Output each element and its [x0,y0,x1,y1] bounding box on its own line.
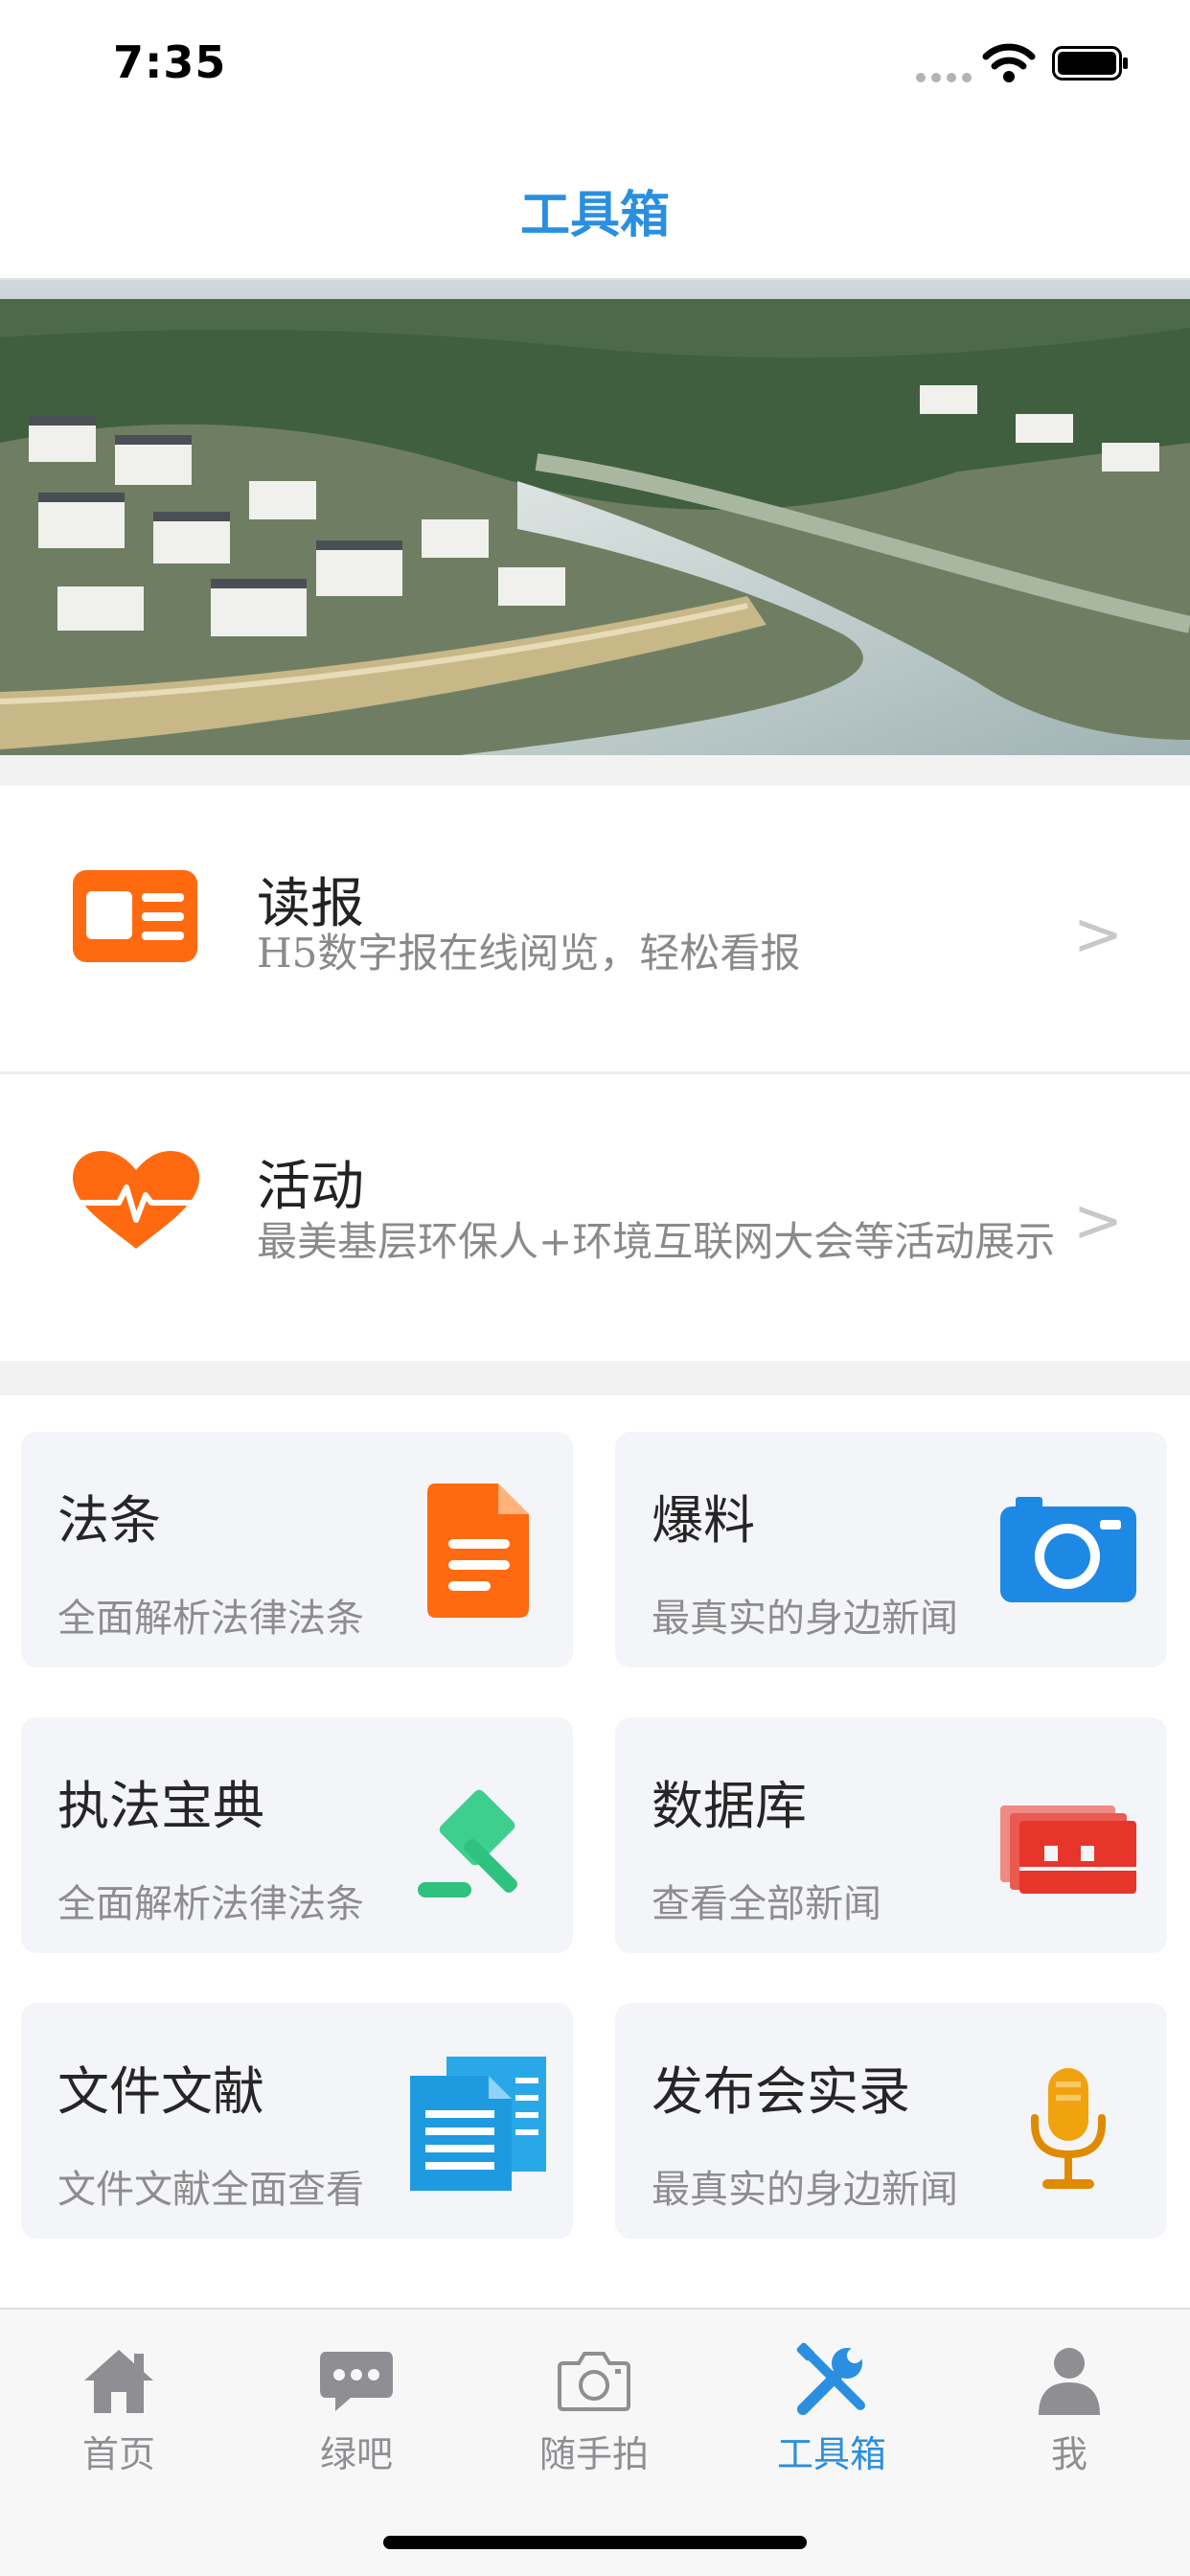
list-item-title: 活动 [257,1156,364,1218]
tab-profile[interactable]: 我 [950,2325,1188,2488]
section-divider [0,1361,1190,1395]
cellular-signal-icon [916,73,972,82]
navigation-bar: 工具箱 [0,134,1190,280]
files-icon [410,2057,546,2191]
home-icon [84,2350,153,2413]
card-subtitle: 全面解析法律法条 [57,1597,364,1641]
home-indicator[interactable] [383,2536,807,2549]
card-subtitle: 文件文献全面查看 [57,2168,364,2212]
card-title: 执法宝典 [57,1776,264,1836]
tab-label: 绿吧 [319,2433,393,2475]
user-icon [1039,2348,1100,2415]
tools-icon [796,2342,865,2415]
list-item-newspaper[interactable]: 读报 H5数字报在线阅览，轻松看报 > [0,786,1190,1073]
list-item-activity[interactable]: 活动 最美基层环保人+环境互联网大会等活动展示 > [0,1074,1190,1361]
status-time: 7:35 [113,36,227,88]
card-subtitle: 全面解析法律法条 [57,1882,364,1926]
banner-image [0,280,1190,755]
database-icon [1000,1806,1136,1894]
tab-forum[interactable]: 绿吧 [238,2325,475,2488]
microphone-icon [1031,2068,1106,2189]
tab-label: 工具箱 [776,2433,886,2475]
card-title: 文件文献 [57,2061,264,2122]
heartbeat-icon [73,1151,199,1249]
banner-carousel[interactable] [0,280,1190,755]
tool-card-documents[interactable]: 文件文献 文件文献全面查看 [21,2003,573,2239]
camera-icon [558,2352,630,2411]
chevron-right-icon: > [1073,899,1123,969]
section-divider [0,755,1190,786]
tab-home[interactable]: 首页 [0,2325,238,2488]
tool-card-press-conference[interactable]: 发布会实录 最真实的身边新闻 [615,2003,1167,2239]
tab-toolbox[interactable]: 工具箱 [713,2325,950,2488]
chevron-right-icon: > [1073,1185,1123,1255]
card-title: 爆料 [652,1490,755,1551]
document-icon [427,1484,529,1618]
tool-card-enforcement[interactable]: 执法宝典 全面解析法律法条 [21,1717,573,1953]
card-title: 数据库 [652,1776,807,1836]
chat-icon [320,2352,393,2411]
gavel-icon [418,1789,517,1898]
card-subtitle: 查看全部新闻 [652,1882,881,1926]
tab-label: 我 [1050,2433,1087,2475]
status-bar: 7:35 [0,0,1190,134]
list-item-title: 读报 [257,873,364,935]
wifi-icon [982,43,1036,82]
card-title: 法条 [57,1490,161,1551]
battery-icon [1052,46,1128,80]
newspaper-icon [73,870,197,962]
tab-label: 随手拍 [538,2433,649,2475]
card-subtitle: 最真实的身边新闻 [652,2168,958,2212]
card-title: 发布会实录 [652,2061,910,2122]
tool-card-tipoff[interactable]: 爆料 最真实的身边新闻 [615,1432,1167,1668]
tool-card-law[interactable]: 法条 全面解析法律法条 [21,1432,573,1668]
tab-label: 首页 [81,2433,155,2475]
tab-snapshot[interactable]: 随手拍 [475,2325,713,2488]
camera-icon [1000,1497,1136,1602]
tool-card-database[interactable]: 数据库 查看全部新闻 [615,1717,1167,1953]
list-item-subtitle: H5数字报在线阅览，轻松看报 [257,930,801,977]
list-item-subtitle: 最美基层环保人+环境互联网大会等活动展示 [257,1218,1056,1265]
page-title: 工具箱 [519,187,670,244]
card-subtitle: 最真实的身边新闻 [652,1597,958,1641]
toolbox-screen: 7:35 工具箱 读报 H5数字报在线阅览，轻松看报 > 活动 最美基层环保人+… [0,0,1190,2576]
